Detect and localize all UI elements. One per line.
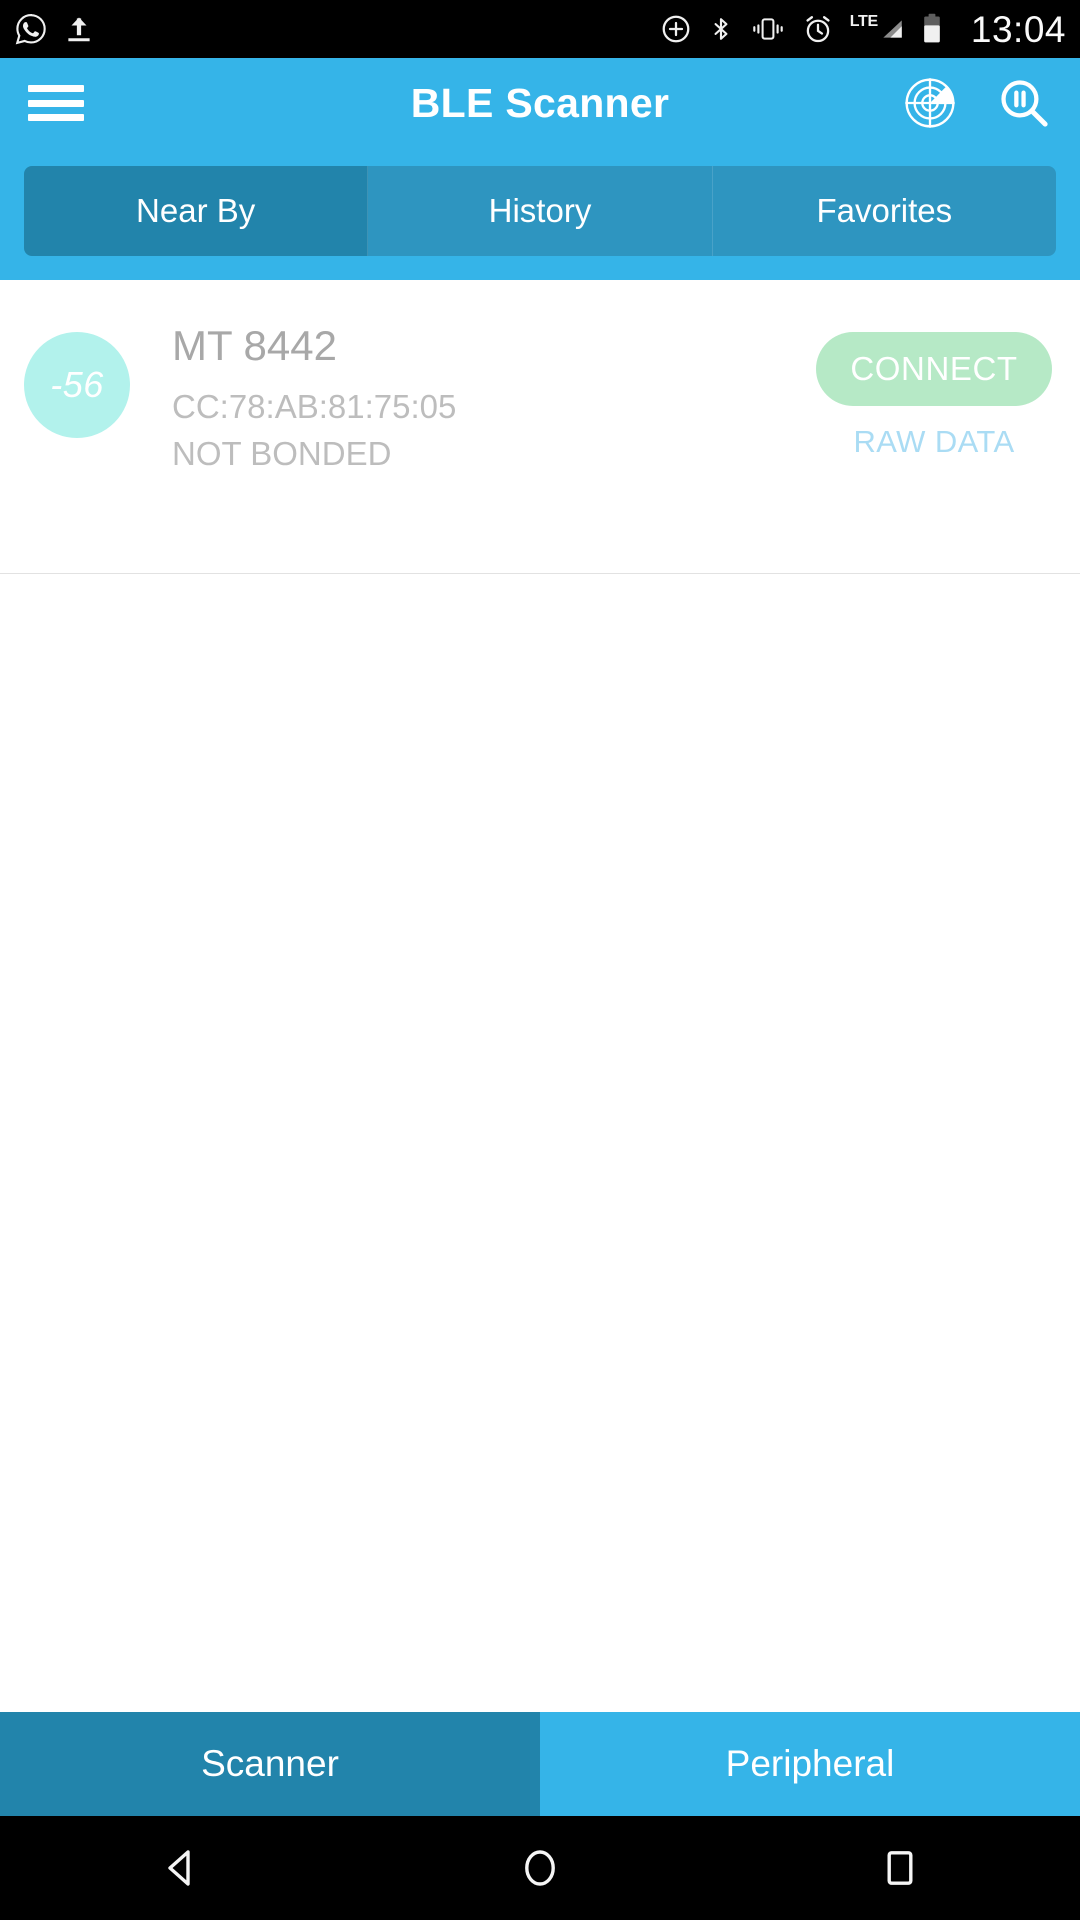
phone-screen: LTE 13:04 BLE Scanner Near By History Fa… (0, 0, 1080, 1920)
device-bond-status: NOT BONDED (172, 435, 392, 473)
tab-label: Near By (136, 192, 256, 229)
android-navigation-bar (0, 1816, 1080, 1920)
app-bar: BLE Scanner (0, 58, 1080, 148)
connect-button[interactable]: CONNECT (816, 332, 1052, 406)
list-item[interactable]: -56 MT 8442 CC:78:AB:81:75:05 NOT BONDED… (0, 280, 1080, 574)
whatsapp-icon (14, 12, 48, 46)
rssi-value: -56 (50, 364, 104, 405)
hamburger-menu-icon[interactable] (28, 81, 84, 125)
raw-data-link[interactable]: RAW DATA (853, 424, 1014, 460)
clock-time: 13:04 (970, 8, 1066, 50)
tab-favorites[interactable]: Favorites (712, 166, 1056, 256)
add-account-icon (660, 13, 692, 45)
status-bar: LTE 13:04 (0, 0, 1080, 58)
lte-label: LTE (849, 13, 878, 30)
signal-lte-icon: LTE (850, 14, 905, 44)
bottom-tab-scanner[interactable]: Scanner (0, 1712, 540, 1816)
device-info: MT 8442 CC:78:AB:81:75:05 NOT BONDED (172, 320, 816, 478)
bottom-tab-label: Peripheral (725, 1743, 895, 1784)
search-pause-icon[interactable] (996, 75, 1052, 131)
home-circle-icon[interactable] (360, 1844, 720, 1892)
device-mac-address: CC:78:AB:81:75:05 (172, 387, 457, 425)
bottom-tab-peripheral[interactable]: Peripheral (540, 1712, 1080, 1816)
hamburger-line (28, 85, 84, 92)
device-actions: CONNECT RAW DATA (816, 332, 1052, 460)
hamburger-line (28, 114, 84, 121)
vibrate-icon (750, 14, 786, 44)
bluetooth-icon (708, 12, 734, 46)
bottom-navigation: Scanner Peripheral (0, 1712, 1080, 1816)
tab-label: Favorites (816, 192, 953, 229)
status-bar-right-icons: LTE 13:04 (660, 11, 1066, 48)
tab-label: History (488, 192, 592, 229)
device-name: MT 8442 (172, 322, 337, 369)
status-bar-left-icons (14, 12, 94, 46)
battery-icon (921, 12, 943, 46)
device-list: -56 MT 8442 CC:78:AB:81:75:05 NOT BONDED… (0, 280, 1080, 1712)
upload-icon (64, 12, 94, 46)
app-bar-actions (902, 75, 1052, 131)
tab-near-by[interactable]: Near By (24, 166, 369, 256)
hamburger-line (28, 99, 84, 107)
radar-scan-icon[interactable] (902, 75, 958, 131)
rssi-badge: -56 (24, 332, 130, 438)
back-triangle-icon[interactable] (0, 1844, 360, 1892)
alarm-icon (802, 13, 834, 45)
tab-strip: Near By History Favorites (24, 166, 1056, 256)
recents-square-icon[interactable] (720, 1844, 1080, 1892)
tab-strip-container: Near By History Favorites (0, 148, 1080, 280)
tab-history[interactable]: History (368, 166, 713, 256)
bottom-tab-label: Scanner (201, 1743, 339, 1784)
